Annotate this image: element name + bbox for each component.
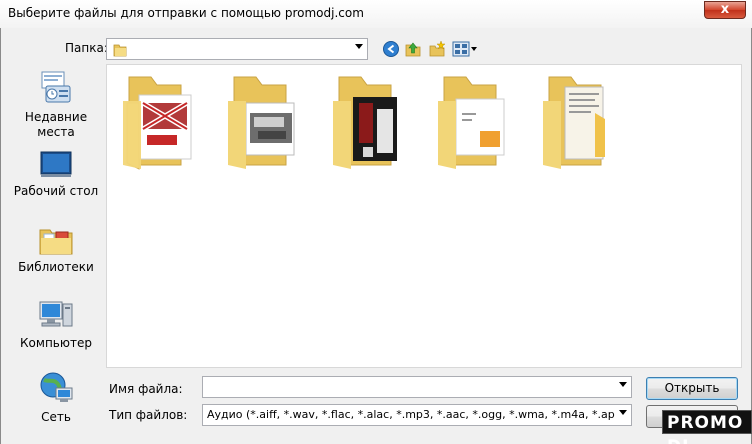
- place-network-label: Сеть: [41, 410, 71, 424]
- place-recent[interactable]: Недавние места: [8, 70, 104, 140]
- place-recent-label: Недавние места: [24, 110, 88, 139]
- place-desktop[interactable]: Рабочий стол: [8, 150, 104, 199]
- folder-item[interactable]: [539, 73, 623, 173]
- folder-icon: [438, 76, 505, 169]
- filetype-value: Аудио (*.aiff, *.wav, *.flac, *.alac, *.…: [207, 408, 615, 421]
- place-libraries-label: Библиотеки: [18, 260, 94, 274]
- recent-places-icon: [41, 71, 71, 103]
- filetype-label: Тип файлов:: [109, 408, 188, 422]
- promodj-watermark: PROMO DJ: [662, 410, 752, 444]
- folder-item[interactable]: [119, 73, 203, 173]
- view-menu-icon[interactable]: [452, 40, 478, 58]
- place-computer-label: Компьютер: [20, 336, 92, 350]
- up-folder-icon[interactable]: [404, 40, 422, 58]
- window-title: Выберите файлы для отправки с помощью pr…: [8, 6, 364, 20]
- places-bar: Недавние места Рабочий стол Библиотеки К…: [8, 64, 104, 430]
- place-computer[interactable]: Компьютер: [8, 298, 104, 351]
- close-button[interactable]: x: [704, 1, 746, 19]
- computer-icon: [39, 301, 73, 327]
- folder-item[interactable]: [329, 73, 413, 173]
- filename-input[interactable]: [202, 376, 632, 398]
- folder-icon: [228, 76, 295, 169]
- folder-item[interactable]: [434, 73, 518, 173]
- filetype-select[interactable]: Аудио (*.aiff, *.wav, *.flac, *.alac, *.…: [202, 404, 632, 426]
- desktop-icon: [40, 151, 72, 177]
- new-folder-icon[interactable]: [428, 40, 446, 58]
- chevron-down-icon[interactable]: [619, 382, 627, 387]
- folder-icon: [333, 76, 397, 169]
- back-icon[interactable]: [382, 40, 400, 58]
- open-button[interactable]: Открыть: [646, 377, 738, 400]
- folder-label: Папка:: [65, 41, 108, 55]
- place-desktop-label: Рабочий стол: [13, 184, 99, 198]
- filename-label: Имя файла:: [109, 382, 183, 396]
- chevron-down-icon[interactable]: [619, 410, 627, 415]
- close-icon: x: [720, 2, 730, 17]
- chevron-down-icon[interactable]: [355, 44, 363, 49]
- title-bar: Выберите файлы для отправки с помощью pr…: [0, 0, 752, 28]
- place-libraries[interactable]: Библиотеки: [8, 224, 104, 275]
- folder-item[interactable]: [224, 73, 308, 173]
- file-list[interactable]: [106, 64, 742, 368]
- folder-combobox[interactable]: [106, 38, 368, 60]
- folder-icon: [113, 44, 127, 57]
- place-network[interactable]: Сеть: [8, 370, 104, 425]
- folder-icon: [123, 76, 192, 170]
- folder-icon: [543, 76, 605, 169]
- network-icon: [40, 372, 73, 402]
- libraries-icon: [39, 229, 73, 255]
